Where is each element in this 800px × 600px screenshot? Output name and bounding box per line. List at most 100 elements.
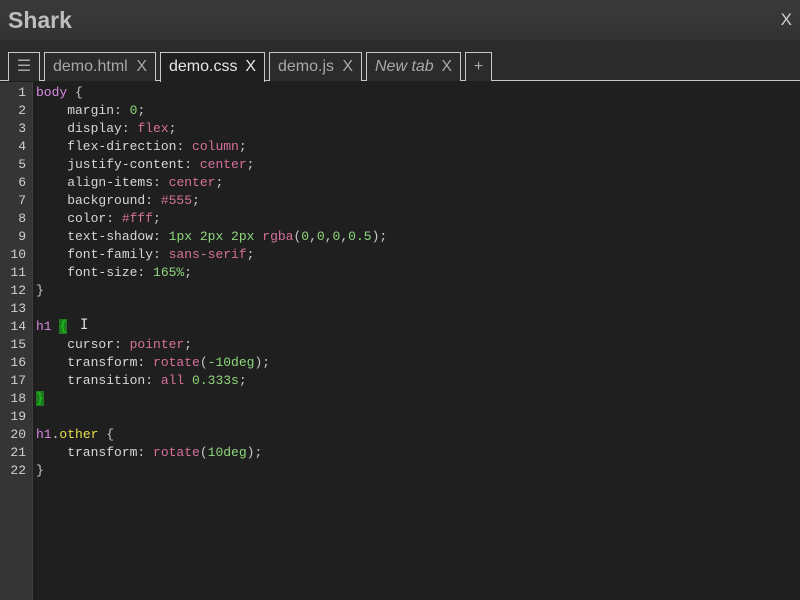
close-window-button[interactable]: X (781, 10, 792, 30)
code-token: flex-direction (36, 139, 177, 154)
line-number: 16 (10, 355, 26, 370)
code-token: margin (36, 103, 115, 118)
matched-bracket: { (59, 319, 68, 334)
code-token: rotate (153, 445, 200, 460)
code-token: : (106, 211, 122, 226)
line-number: 4 (18, 139, 26, 154)
code-token: ; (238, 373, 247, 388)
code-token: transition (36, 373, 146, 388)
code-token: body (36, 85, 68, 100)
code-token: : (176, 139, 193, 154)
code-token: ; (184, 337, 193, 352)
tab-bar: ☰ demo.html X demo.css X demo.js X New t… (0, 40, 800, 82)
code-token: : (145, 373, 161, 388)
code-token: -10deg (207, 355, 255, 370)
tab-close-button[interactable]: X (245, 53, 256, 80)
tab-new-tab[interactable]: New tab X (366, 52, 461, 81)
code-token: other (59, 427, 99, 442)
text-cursor-icon: I (80, 317, 89, 333)
code-token: ( (199, 445, 208, 460)
tab-close-button[interactable]: X (136, 53, 147, 80)
code-token: column (192, 139, 239, 154)
tab-demo-css[interactable]: demo.css X (160, 52, 265, 82)
code-token: display (36, 121, 122, 136)
code-token: ); (371, 229, 388, 244)
code-token: h1 (36, 319, 52, 334)
code-token: 0.333s (192, 373, 239, 388)
tab-close-button[interactable]: X (441, 53, 452, 80)
code-token: h1 (36, 427, 52, 442)
code-token: } (36, 283, 44, 298)
code-token: ; (184, 265, 193, 280)
code-token: : (184, 157, 200, 172)
tab-label: demo.css (169, 58, 238, 75)
app-title: Shark (8, 7, 72, 33)
tab-label: demo.js (278, 58, 335, 75)
line-number: 22 (10, 463, 26, 478)
code-token: pointer (129, 337, 185, 352)
tab-label: New tab (375, 58, 434, 75)
line-number-gutter: 1 2 3 4 5 6 7 8 9 10 11 12 13 14 15 16 17 18 19 20 21 22 (0, 82, 33, 600)
code-token: font-family (36, 247, 154, 262)
code-token: } (36, 463, 44, 478)
line-number: 21 (10, 445, 26, 460)
code-token: color (36, 211, 107, 226)
line-number: 20 (10, 427, 26, 442)
code-token: cursor (36, 337, 115, 352)
add-tab-button[interactable]: + (465, 52, 492, 81)
code-token: { (67, 85, 83, 100)
line-number: 10 (10, 247, 26, 262)
code-token: center (168, 175, 216, 190)
line-number: 3 (18, 121, 26, 136)
line-number: 12 (10, 283, 26, 298)
code-token: font-size (36, 265, 138, 280)
code-token: , (324, 229, 333, 244)
matched-bracket: } (36, 391, 44, 406)
code-token: ); (246, 445, 263, 460)
line-number: 6 (18, 175, 26, 190)
line-number: 1 (18, 85, 26, 100)
code-token: ; (215, 175, 224, 190)
code-token: ( (199, 355, 208, 370)
tab-demo-html[interactable]: demo.html X (44, 52, 156, 81)
code-token: 0.5 (348, 229, 372, 244)
code-token: ; (153, 211, 161, 226)
code-token: ); (254, 355, 271, 370)
tab-close-button[interactable]: X (342, 53, 353, 80)
code-token: rgba (262, 229, 294, 244)
code-token: : (153, 229, 169, 244)
code-token: justify-content (36, 157, 185, 172)
line-number: 19 (10, 409, 26, 424)
title-bar: Shark X (0, 0, 800, 40)
code-token: text-shadow (36, 229, 154, 244)
code-token: #555 (160, 193, 193, 208)
line-number: 13 (10, 301, 26, 316)
code-token: , (309, 229, 317, 244)
line-number: 14 (10, 319, 26, 334)
line-number: 11 (10, 265, 26, 280)
line-number: 8 (18, 211, 26, 226)
code-token: 1px 2px 2px (168, 229, 263, 244)
menu-button[interactable]: ☰ (8, 52, 40, 81)
code-token: : (137, 445, 154, 460)
code-token: : (114, 103, 130, 118)
tab-demo-js[interactable]: demo.js X (269, 52, 362, 81)
code-token: ; (168, 121, 177, 136)
code-token: align-items (36, 175, 154, 190)
code-token: ; (192, 193, 200, 208)
code-token: 0 (316, 229, 325, 244)
code-token: all (160, 373, 185, 388)
code-editor[interactable]: body { margin: 0; display: flex; flex-di… (33, 82, 800, 600)
line-number: 15 (10, 337, 26, 352)
code-token: : (121, 121, 138, 136)
code-token: flex (137, 121, 169, 136)
line-number: 5 (18, 157, 26, 172)
code-token: 0 (301, 229, 310, 244)
tab-label: demo.html (53, 58, 128, 75)
line-number: 9 (18, 229, 26, 244)
code-token: { (98, 427, 115, 442)
line-number: 18 (10, 391, 26, 406)
code-token: sans-serif (168, 247, 247, 262)
code-token: : (137, 265, 154, 280)
code-token: : (153, 175, 169, 190)
